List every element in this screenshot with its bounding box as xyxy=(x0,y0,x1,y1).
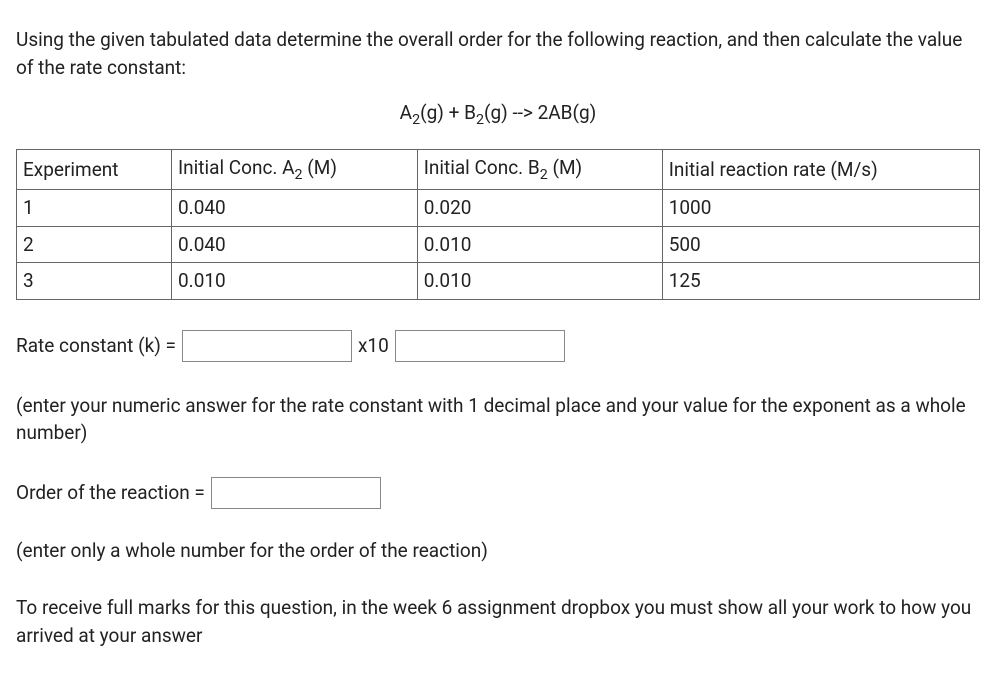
col-a2: Initial Conc. A2 (M) xyxy=(172,149,418,189)
rate-constant-row: Rate constant (k) = x10 xyxy=(16,330,980,362)
table-row: 3 0.010 0.010 125 xyxy=(17,263,980,300)
rate-constant-hint: (enter your numeric answer for the rate … xyxy=(16,392,980,447)
cell: 1000 xyxy=(662,190,979,227)
table-row: 2 0.040 0.010 500 xyxy=(17,226,980,263)
cell: 0.010 xyxy=(417,263,662,300)
rate-constant-exponent-input[interactable] xyxy=(395,330,565,362)
data-table: Experiment Initial Conc. A2 (M) Initial … xyxy=(16,149,980,300)
order-row: Order of the reaction = xyxy=(16,477,980,509)
rate-constant-mantissa-input[interactable] xyxy=(182,330,352,362)
cell: 0.010 xyxy=(172,263,418,300)
x10-label: x10 xyxy=(358,332,389,360)
order-label: Order of the reaction = xyxy=(16,479,205,507)
cell: 500 xyxy=(662,226,979,263)
cell: 2 xyxy=(17,226,172,263)
cell: 0.040 xyxy=(172,226,418,263)
question-intro: Using the given tabulated data determine… xyxy=(16,26,980,81)
reaction-equation: A2(g) + B2(g) --> 2AB(g) xyxy=(16,99,980,130)
col-b2: Initial Conc. B2 (M) xyxy=(417,149,662,189)
rate-constant-label: Rate constant (k) = xyxy=(16,332,176,360)
col-rate: Initial reaction rate (M/s) xyxy=(662,149,979,189)
cell: 3 xyxy=(17,263,172,300)
final-note: To receive full marks for this question,… xyxy=(16,594,980,649)
cell: 0.040 xyxy=(172,190,418,227)
order-hint: (enter only a whole number for the order… xyxy=(16,537,980,565)
cell: 0.010 xyxy=(417,226,662,263)
cell: 0.020 xyxy=(417,190,662,227)
order-input[interactable] xyxy=(211,477,381,509)
cell: 1 xyxy=(17,190,172,227)
table-row: 1 0.040 0.020 1000 xyxy=(17,190,980,227)
col-experiment: Experiment xyxy=(17,149,172,189)
cell: 125 xyxy=(662,263,979,300)
table-header-row: Experiment Initial Conc. A2 (M) Initial … xyxy=(17,149,980,189)
